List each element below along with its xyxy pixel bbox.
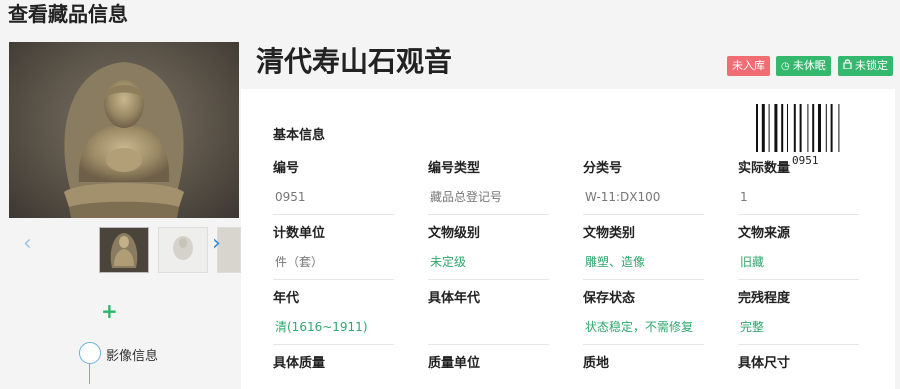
storage-status-badge: 未入库	[727, 56, 770, 76]
field-mass-unit: 质量单位	[428, 355, 549, 373]
field-relic-category: 文物类别 雕塑、造像	[583, 225, 704, 280]
field-texture: 质地	[583, 355, 704, 373]
badge-label: 未锁定	[855, 59, 888, 72]
barcode-bar	[830, 104, 833, 152]
thumbnail-1[interactable]	[99, 227, 149, 273]
field-label: 年代	[273, 291, 300, 306]
field-label: 保存状态	[583, 291, 636, 306]
field-value[interactable]: 旧藏	[738, 253, 859, 280]
field-label: 具体质量	[273, 356, 326, 371]
field-completeness: 完残程度 完整	[738, 290, 859, 345]
barcode-bar	[807, 104, 809, 152]
barcode-bar	[818, 104, 821, 152]
field-label: 编号类型	[428, 161, 481, 176]
guanyin-statue-image	[64, 62, 184, 218]
field-label: 文物类别	[583, 226, 636, 241]
barcode-bar	[781, 104, 784, 152]
section-title: 基本信息	[273, 128, 326, 143]
barcode-bar	[793, 104, 796, 152]
field-relic-grade: 文物级别 未定级	[428, 225, 549, 280]
field-classification: 分类号 W-11:DX100	[583, 160, 704, 215]
field-number: 编号 0951	[273, 160, 394, 215]
clock-icon: ◷	[781, 61, 790, 72]
field-value: W-11:DX100	[583, 188, 704, 215]
object-title: 清代寿山石观音	[256, 45, 453, 78]
chevron-left-icon[interactable]: ‹	[23, 231, 32, 257]
field-value[interactable]: 未定级	[428, 253, 549, 280]
field-specific-era: 具体年代	[428, 290, 549, 345]
barcode-bar	[799, 104, 802, 152]
dormancy-status-badge: ◷ 未休眠	[776, 56, 831, 76]
timeline-line	[89, 364, 90, 384]
barcode-bar	[787, 104, 788, 152]
barcode-image	[755, 104, 859, 152]
timeline-node[interactable]	[79, 342, 101, 364]
field-specific-mass: 具体质量	[273, 355, 394, 373]
field-label: 具体尺寸	[738, 356, 791, 371]
badge-label: 未入库	[732, 59, 765, 72]
timeline-label[interactable]: 影像信息	[106, 345, 158, 364]
field-preservation-state: 保存状态 状态稳定，不需修复	[583, 290, 704, 345]
plus-icon[interactable]: +	[101, 301, 118, 321]
barcode-bar	[774, 104, 778, 152]
field-label: 编号	[273, 161, 300, 176]
field-value[interactable]: 雕塑、造像	[583, 253, 704, 280]
field-specific-size: 具体尺寸	[738, 355, 859, 373]
badge-label: 未休眠	[792, 59, 826, 72]
field-label: 分类号	[583, 161, 623, 176]
field-quantity: 实际数量 1	[738, 160, 859, 215]
field-label: 具体年代	[428, 291, 481, 306]
field-label: 质地	[583, 356, 610, 371]
barcode-bar	[838, 104, 840, 152]
lock-status-badge: 未锁定	[838, 56, 893, 76]
field-value: 藏品总登记号	[428, 188, 549, 215]
lock-icon	[843, 57, 852, 77]
field-value: 件（套）	[273, 253, 394, 280]
chevron-right-icon[interactable]: ›	[212, 231, 221, 257]
page-title: 查看藏品信息	[8, 2, 128, 26]
field-label: 文物来源	[738, 226, 791, 241]
field-label: 完残程度	[738, 291, 791, 306]
field-label: 计数单位	[273, 226, 326, 241]
field-label: 文物级别	[428, 226, 481, 241]
field-value[interactable]: 状态稳定，不需修复	[583, 318, 704, 345]
barcode-bar	[756, 104, 758, 152]
field-relic-source: 文物来源 旧藏	[738, 225, 859, 280]
thumbnail-2[interactable]	[158, 227, 208, 273]
field-count-unit: 计数单位 件（套）	[273, 225, 394, 280]
field-number-type: 编号类型 藏品总登记号	[428, 160, 549, 215]
field-era: 年代 清(1616~1911)	[273, 290, 394, 345]
barcode-bar	[812, 104, 815, 152]
field-label: 实际数量	[738, 161, 791, 176]
field-value: 1	[738, 188, 859, 215]
field-value	[428, 318, 549, 345]
main-photo[interactable]	[9, 42, 239, 218]
barcode-bar	[761, 104, 765, 152]
barcode-bar	[825, 104, 827, 152]
field-value: 0951	[273, 188, 394, 215]
field-label: 质量单位	[428, 356, 481, 371]
barcode-bar	[768, 104, 770, 152]
thumbnail-strip: ‹ ›	[9, 225, 241, 273]
field-value[interactable]: 完整	[738, 318, 859, 345]
field-value[interactable]: 清(1616~1911)	[273, 318, 394, 345]
